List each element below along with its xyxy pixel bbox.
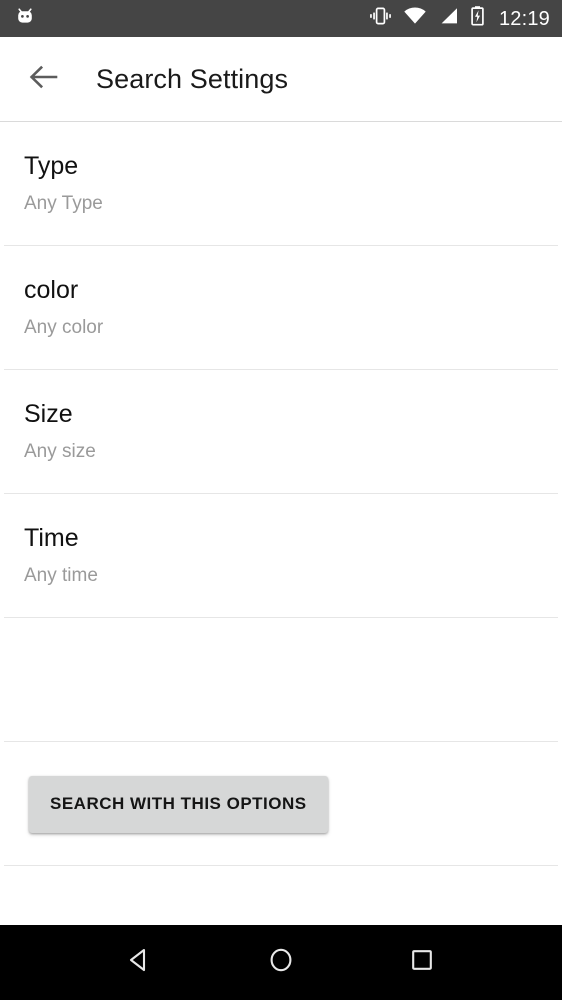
nav-home-button[interactable] [251, 933, 311, 993]
pref-item-color[interactable]: color Any color [0, 246, 562, 370]
search-action-row: SEARCH WITH THIS OPTIONS [0, 742, 562, 866]
status-bar-clock: 12:19 [498, 7, 550, 30]
home-circle-icon [266, 945, 296, 980]
back-arrow-icon [26, 60, 60, 99]
status-bar: 12:19 [0, 0, 562, 37]
app-toolbar: Search Settings [0, 37, 562, 122]
pref-summary: Any time [24, 564, 98, 586]
android-robot-icon [14, 5, 36, 32]
recents-square-icon [407, 945, 437, 980]
list-bottom-filler [0, 866, 562, 925]
wifi-icon [403, 5, 427, 32]
cellular-signal-icon [438, 5, 459, 32]
pref-item-time[interactable]: Time Any time [0, 494, 562, 618]
vibrate-icon [369, 5, 392, 32]
back-button[interactable] [26, 58, 70, 102]
pref-summary: Any Type [24, 192, 103, 214]
phone-screen: 12:19 Search Settings Type Any Type colo… [0, 0, 562, 1000]
nav-back-button[interactable] [110, 933, 170, 993]
back-triangle-icon [125, 945, 155, 980]
pref-summary: Any color [24, 316, 104, 338]
nav-recents-button[interactable] [392, 933, 452, 993]
status-bar-icons: 12:19 [369, 5, 550, 32]
status-bar-notifications [14, 5, 36, 32]
page-title: Search Settings [96, 64, 289, 94]
pref-title: Size [24, 400, 73, 429]
list-empty-slot [0, 618, 562, 742]
battery-charging-icon [470, 5, 485, 32]
pref-item-type[interactable]: Type Any Type [0, 122, 562, 246]
pref-title: color [24, 276, 79, 305]
pref-title: Time [24, 524, 79, 553]
pref-summary: Any size [24, 440, 96, 462]
system-navigation-bar [0, 925, 562, 1000]
settings-list: Type Any Type color Any color Size Any s… [0, 122, 562, 925]
pref-title: Type [24, 152, 79, 181]
pref-item-size[interactable]: Size Any size [0, 370, 562, 494]
search-with-options-button[interactable]: SEARCH WITH THIS OPTIONS [29, 775, 328, 833]
